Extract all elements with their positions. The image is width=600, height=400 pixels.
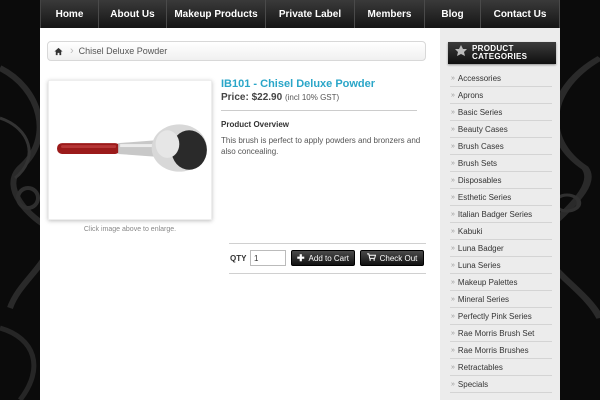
chevron-right-icon: » — [451, 295, 455, 303]
chevron-right-icon: » — [451, 91, 455, 99]
divider — [221, 110, 417, 111]
sidebar-header-icon — [454, 44, 468, 63]
product-image[interactable] — [48, 80, 212, 220]
category-item[interactable]: » Aprons — [450, 87, 552, 104]
nav-about-us[interactable]: About Us — [99, 0, 167, 28]
category-label: Aprons — [457, 90, 484, 100]
nav-makeup-products[interactable]: Makeup Products — [167, 0, 266, 28]
category-label: Makeup Palettes — [457, 277, 518, 287]
category-item[interactable]: » Brush Cases — [450, 138, 552, 155]
category-list: » Accessories» Aprons» Basic Series» Beauty … — [450, 70, 552, 393]
category-item[interactable]: » Rae Morris Brush Set — [450, 325, 552, 342]
nav-blog[interactable]: Blog — [425, 0, 481, 28]
qty-label: QTY — [230, 254, 247, 263]
chevron-right-icon: » — [451, 74, 455, 82]
chevron-right-icon: » — [451, 176, 455, 184]
plus-icon: ✚ — [296, 252, 305, 263]
chevron-right-icon: » — [451, 125, 455, 133]
check-out-label: Check Out — [379, 253, 418, 263]
home-icon[interactable] — [48, 42, 68, 60]
chevron-right-icon: » — [451, 329, 455, 337]
category-item[interactable]: » Beauty Cases — [450, 121, 552, 138]
divider — [229, 243, 426, 244]
breadcrumb: › Chisel Deluxe Powder — [47, 41, 426, 61]
category-label: Mineral Series — [457, 294, 510, 304]
chevron-right-icon: » — [451, 227, 455, 235]
category-label: Beauty Cases — [457, 124, 508, 134]
gst-note: (incl 10% GST) — [284, 93, 340, 102]
category-sidebar: Product Categories » Accessories» Aprons» B… — [440, 28, 560, 400]
nav-private-label[interactable]: Private Label — [266, 0, 355, 28]
category-item[interactable]: » Brush Sets — [450, 155, 552, 172]
category-label: Disposables — [457, 175, 502, 185]
category-label: Italian Badger Series — [457, 209, 533, 219]
sidebar-header-label: Product Categories — [472, 45, 527, 61]
category-item[interactable]: » Accessories — [450, 70, 552, 87]
chevron-right-icon: » — [451, 363, 455, 371]
category-label: Luna Badger — [457, 243, 504, 253]
category-item[interactable]: » Kabuki — [450, 223, 552, 240]
price-label: Price: — [221, 92, 249, 103]
chevron-right-icon: » — [451, 193, 455, 201]
category-label: Luna Series — [457, 260, 501, 270]
chevron-right-icon: » — [451, 261, 455, 269]
overview-heading: Product Overview — [221, 120, 290, 129]
brush-handle — [57, 143, 121, 154]
overview-text: This brush is perfect to apply powders a… — [221, 136, 421, 156]
chevron-right-icon: » — [451, 380, 455, 388]
enlarge-hint: Click image above to enlarge. — [83, 226, 177, 233]
category-item[interactable]: » Makeup Palettes — [450, 274, 552, 291]
price-row: Price: $22.90 (incl 10% GST) — [221, 92, 339, 103]
qty-input[interactable] — [250, 250, 286, 266]
nav-members[interactable]: Members — [355, 0, 425, 28]
add-to-cart-label: Add to Cart — [308, 253, 349, 263]
category-item[interactable]: » Disposables — [450, 172, 552, 189]
chevron-right-icon: » — [451, 159, 455, 167]
nav-home[interactable]: Home — [41, 0, 99, 28]
sidebar-header: Product Categories — [448, 42, 556, 64]
category-label: Rae Morris Brushes — [457, 345, 529, 355]
sidebar-header-line2: Categories — [472, 52, 528, 61]
category-label: Basic Series — [457, 107, 503, 117]
category-item[interactable]: » Basic Series — [450, 104, 552, 121]
category-label: Kabuki — [457, 226, 483, 236]
breadcrumb-separator-icon: › — [70, 45, 74, 57]
category-item[interactable]: » Italian Badger Series — [450, 206, 552, 223]
price-value: $22.90 — [251, 92, 283, 103]
category-label: Brush Sets — [457, 158, 498, 168]
divider — [229, 273, 426, 274]
cart-icon — [366, 253, 376, 263]
category-item[interactable]: » Specials — [450, 376, 552, 393]
category-item[interactable]: » Luna Badger — [450, 240, 552, 257]
chevron-right-icon: » — [451, 142, 455, 150]
main-navigation: Home About Us Makeup Products Private La… — [40, 0, 560, 28]
category-item[interactable]: » Rae Morris Brushes — [450, 342, 552, 359]
category-item[interactable]: » Luna Series — [450, 257, 552, 274]
category-item[interactable]: » Perfectly Pink Series — [450, 308, 552, 325]
product-title: IB101 - Chisel Deluxe Powder — [221, 78, 376, 90]
category-label: Retractables — [457, 362, 503, 372]
category-label: Brush Cases — [457, 141, 504, 151]
breadcrumb-current: Chisel Deluxe Powder — [78, 46, 168, 56]
check-out-button[interactable]: Check Out — [360, 250, 424, 266]
category-label: Accessories — [457, 73, 502, 83]
chevron-right-icon: » — [451, 108, 455, 116]
category-label: Esthetic Series — [457, 192, 512, 202]
category-label: Perfectly Pink Series — [457, 311, 532, 321]
chevron-right-icon: » — [451, 244, 455, 252]
brush-ferrule — [118, 140, 158, 157]
add-to-cart-button[interactable]: ✚ Add to Cart — [291, 250, 355, 266]
nav-contact-us[interactable]: Contact Us — [481, 0, 560, 28]
chevron-right-icon: » — [451, 312, 455, 320]
chevron-right-icon: » — [451, 210, 455, 218]
product-content: › Chisel Deluxe Powder Click image above… — [40, 28, 440, 400]
chevron-right-icon: » — [451, 346, 455, 354]
category-item[interactable]: » Esthetic Series — [450, 189, 552, 206]
category-item[interactable]: » Mineral Series — [450, 291, 552, 308]
category-label: Specials — [457, 379, 489, 389]
chevron-right-icon: » — [451, 278, 455, 286]
category-label: Rae Morris Brush Set — [457, 328, 535, 338]
category-item[interactable]: » Retractables — [450, 359, 552, 376]
